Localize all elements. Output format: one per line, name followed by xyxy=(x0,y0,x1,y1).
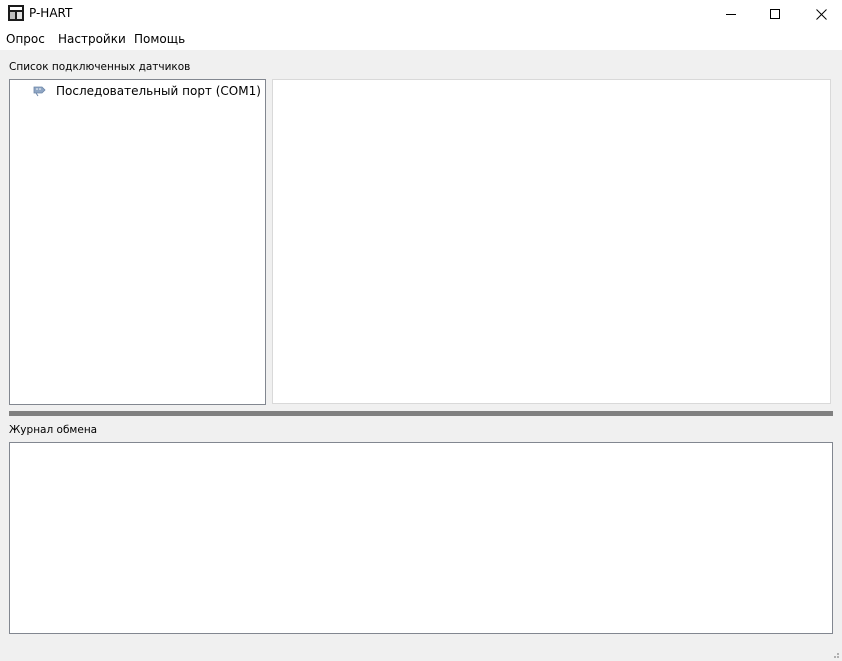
minimize-icon xyxy=(726,14,736,15)
sensor-details-panel[interactable] xyxy=(272,79,831,404)
menu-item-help[interactable]: Помощь xyxy=(134,31,185,47)
maximize-icon xyxy=(770,9,780,19)
maximize-button[interactable] xyxy=(752,0,798,28)
menu-item-settings[interactable]: Настройки xyxy=(58,31,126,47)
sensors-tree[interactable]: Последовательный порт (COM1) xyxy=(9,79,266,405)
panel-splitter[interactable] xyxy=(9,411,833,416)
sensors-group-label: Список подключенных датчиков xyxy=(9,61,191,73)
title-bar[interactable]: P-HART xyxy=(0,0,842,28)
window-title: P-HART xyxy=(29,6,73,20)
menu-item-poll[interactable]: Опрос xyxy=(6,31,45,47)
menu-bar: Опрос Настройки Помощь xyxy=(0,28,842,50)
tree-item-label: Последовательный порт (COM1) xyxy=(56,84,261,98)
tree-item-serial-port[interactable]: Последовательный порт (COM1) xyxy=(32,82,261,100)
log-group-label: Журнал обмена xyxy=(9,424,98,436)
close-icon xyxy=(815,8,827,20)
app-icon xyxy=(8,5,24,21)
close-button[interactable] xyxy=(798,0,842,28)
serial-port-icon xyxy=(32,83,48,99)
size-grip-icon[interactable] xyxy=(830,649,840,659)
app-window: P-HART Опрос Настройки Помощь Список под… xyxy=(0,0,842,661)
minimize-button[interactable] xyxy=(708,0,754,28)
exchange-log[interactable] xyxy=(9,442,833,634)
